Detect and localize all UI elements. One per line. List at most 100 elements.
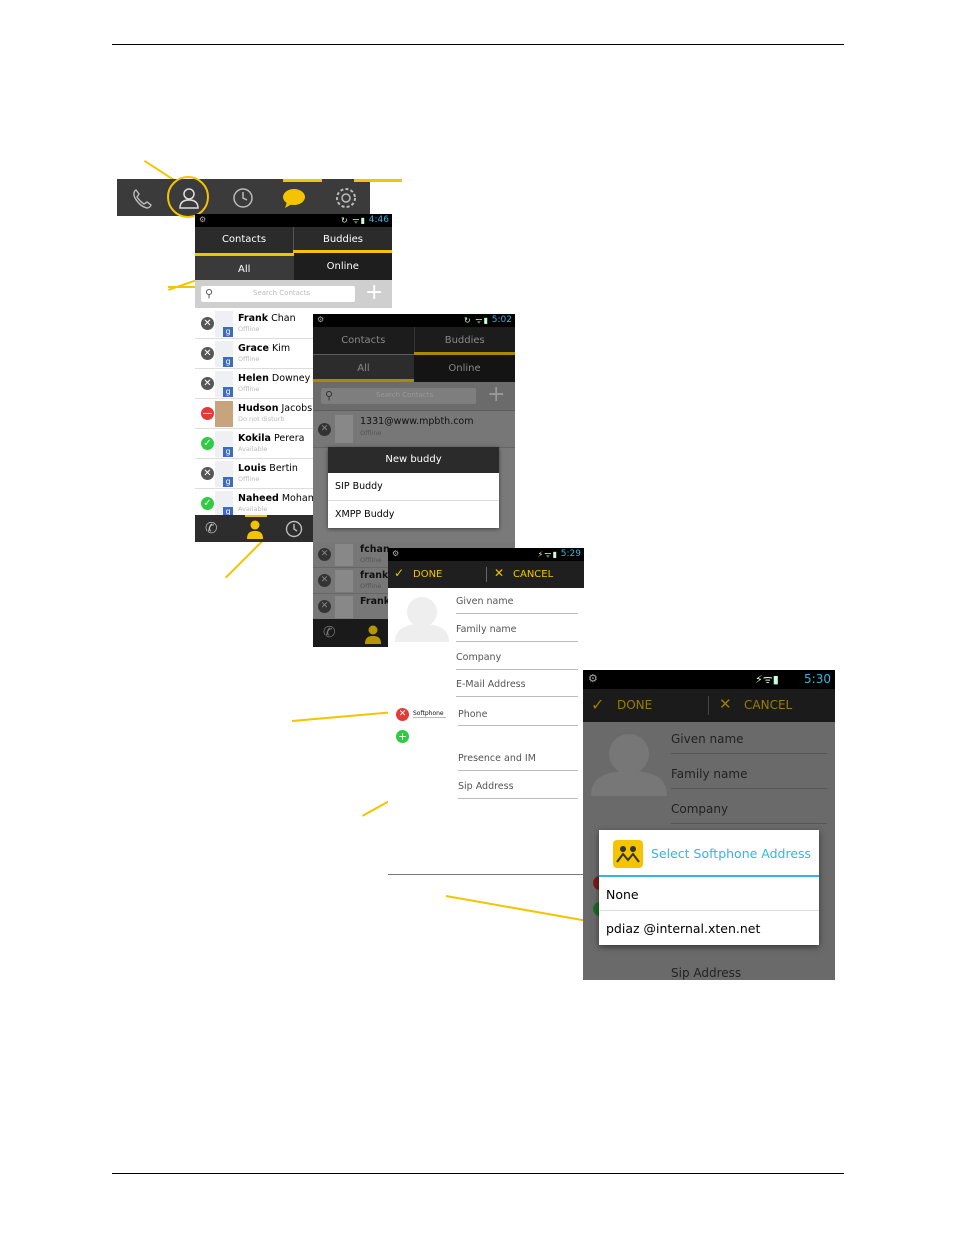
status-time: 5:30 — [804, 672, 831, 686]
action-bar: ✓ DONE ✕ CANCEL — [388, 561, 584, 588]
sip-address-field[interactable]: Sip Address — [458, 781, 578, 799]
subtab-all[interactable]: All — [313, 355, 414, 382]
phone-icon[interactable]: ✆ — [205, 519, 218, 537]
offline-icon: ✕ — [318, 423, 331, 436]
active-tab-indicator — [283, 179, 322, 182]
status-time: 4:46 — [368, 215, 389, 225]
softphone-label-select[interactable]: Softphone — [413, 710, 446, 718]
buddy-status: Offline — [360, 556, 382, 564]
contact-status: Offline — [238, 474, 260, 483]
buddy-status: Offline — [360, 582, 382, 590]
avatar — [335, 544, 353, 566]
search-box[interactable]: ⚲ Search Contacts — [201, 286, 355, 302]
contacts-icon[interactable] — [363, 624, 383, 644]
option-softphone-address[interactable]: pdiaz @internal.xten.net — [606, 921, 760, 936]
contact-name: Louis Bertin Offline — [238, 463, 298, 485]
remove-icon[interactable]: ✕ — [396, 708, 409, 721]
search-placeholder: Search Contacts — [376, 391, 434, 399]
avatar — [335, 415, 353, 443]
contacts-icon[interactable] — [177, 186, 201, 210]
phone-field[interactable]: Phone — [458, 709, 578, 726]
contact-first-name: Kokila — [238, 432, 271, 444]
contact-last-name: Jacobs — [281, 402, 313, 414]
subtab-online[interactable]: Online — [414, 355, 515, 382]
buddy-row[interactable]: ✕ 1331@www.mpbth.com Offline — [313, 411, 515, 448]
add-buddy-button[interactable]: + — [365, 280, 383, 305]
google-icon: g — [223, 386, 233, 397]
offline-status-icon: ✕ — [201, 467, 214, 480]
offline-status-icon: ✕ — [201, 377, 214, 390]
buddy-name: Frank — [360, 596, 391, 607]
contact-status: Available — [238, 444, 268, 453]
family-name-field[interactable]: Family name — [456, 624, 578, 642]
subtab-online[interactable]: Online — [294, 253, 393, 280]
main-tab-bar — [117, 176, 402, 218]
option-none[interactable]: None — [606, 887, 639, 902]
avatar: g — [215, 310, 233, 337]
subtab-all[interactable]: All — [195, 253, 294, 280]
history-icon[interactable] — [285, 520, 303, 538]
company-field[interactable]: Company — [456, 652, 578, 670]
search-placeholder: Search Contacts — [253, 289, 311, 297]
email-field[interactable]: E-Mail Address — [456, 679, 578, 697]
done-button[interactable]: DONE — [413, 569, 442, 580]
check-icon: ✓ — [394, 566, 405, 580]
tab-contacts[interactable]: Contacts — [313, 327, 414, 354]
sip-buddy-option[interactable]: SIP Buddy — [328, 473, 499, 501]
contact-first-name: Louis — [238, 462, 267, 474]
add-field-icon[interactable]: + — [396, 730, 409, 743]
google-icon: g — [223, 446, 233, 457]
dialog-title: Select Softphone Address — [651, 846, 812, 861]
settings-icon[interactable] — [334, 186, 358, 210]
offline-icon: ✕ — [318, 574, 331, 587]
avatar: g — [215, 430, 233, 457]
cancel-button[interactable]: CANCEL — [513, 569, 553, 580]
offline-status-icon: ✕ — [201, 317, 214, 330]
messages-icon[interactable] — [282, 187, 306, 209]
status-time: 5:29 — [560, 549, 581, 559]
history-icon[interactable] — [232, 187, 254, 209]
screen-select-softphone-address: ⚙ ⚡ᯤ▮ 5:30 ✓ DONE ✕ CANCEL Given name Fa… — [583, 670, 835, 980]
cancel-icon: ✕ — [494, 566, 505, 580]
search-box[interactable]: ⚲ Search Contacts — [321, 388, 476, 404]
tab-contacts[interactable]: Contacts — [195, 227, 293, 253]
sip-address-field[interactable]: Sip Address — [671, 966, 827, 980]
phone-icon[interactable] — [131, 188, 153, 210]
avatar — [335, 596, 353, 618]
xmpp-buddy-option[interactable]: XMPP Buddy — [328, 501, 499, 528]
presence-im-field[interactable]: Presence and IM — [458, 753, 578, 771]
select-address-dialog: Select Softphone Address None pdiaz @int… — [599, 830, 819, 945]
google-icon: g — [223, 476, 233, 487]
contact-first-name: Frank — [238, 312, 269, 324]
action-bar: ✓ DONE ✕ CANCEL — [583, 689, 835, 722]
contact-last-name: Downey — [271, 372, 311, 384]
given-name-field[interactable]: Given name — [456, 596, 578, 614]
available-status-icon: ✓ — [201, 437, 214, 450]
contacts-icon[interactable] — [245, 519, 265, 539]
status-bar: ⚙ ↻ ᯤ▮ 5:02 — [313, 314, 515, 327]
family-name-field[interactable]: Family name — [671, 767, 827, 789]
contact-last-name: Chan — [271, 312, 296, 324]
contact-name: Hudson Jacobs Do not disturb — [238, 403, 312, 425]
avatar: g — [215, 490, 233, 517]
cancel-button[interactable]: CANCEL — [744, 698, 792, 712]
given-name-field[interactable]: Given name — [671, 732, 827, 754]
buddy-name: 1331@www.mpbth.com — [360, 416, 474, 427]
check-icon: ✓ — [591, 695, 605, 714]
search-icon: ⚲ — [325, 389, 334, 402]
phone-icon[interactable]: ✆ — [323, 623, 336, 641]
contact-status: Offline — [238, 354, 260, 363]
done-button[interactable]: DONE — [617, 698, 652, 712]
company-field[interactable]: Company — [671, 802, 827, 824]
tab-buddies[interactable]: Buddies — [413, 327, 516, 354]
contact-status: Offline — [238, 324, 260, 333]
avatar — [215, 400, 233, 427]
offline-status-icon: ✕ — [201, 347, 214, 360]
offline-icon: ✕ — [318, 600, 331, 613]
add-buddy-button[interactable]: + — [487, 382, 505, 407]
available-status-icon: ✓ — [201, 497, 214, 510]
contact-photo-placeholder[interactable] — [393, 594, 451, 642]
google-icon: g — [223, 356, 233, 367]
buddy-status: Offline — [360, 429, 382, 437]
status-bar: ⚙ ⚡ᯤ▮ 5:29 — [388, 548, 584, 561]
